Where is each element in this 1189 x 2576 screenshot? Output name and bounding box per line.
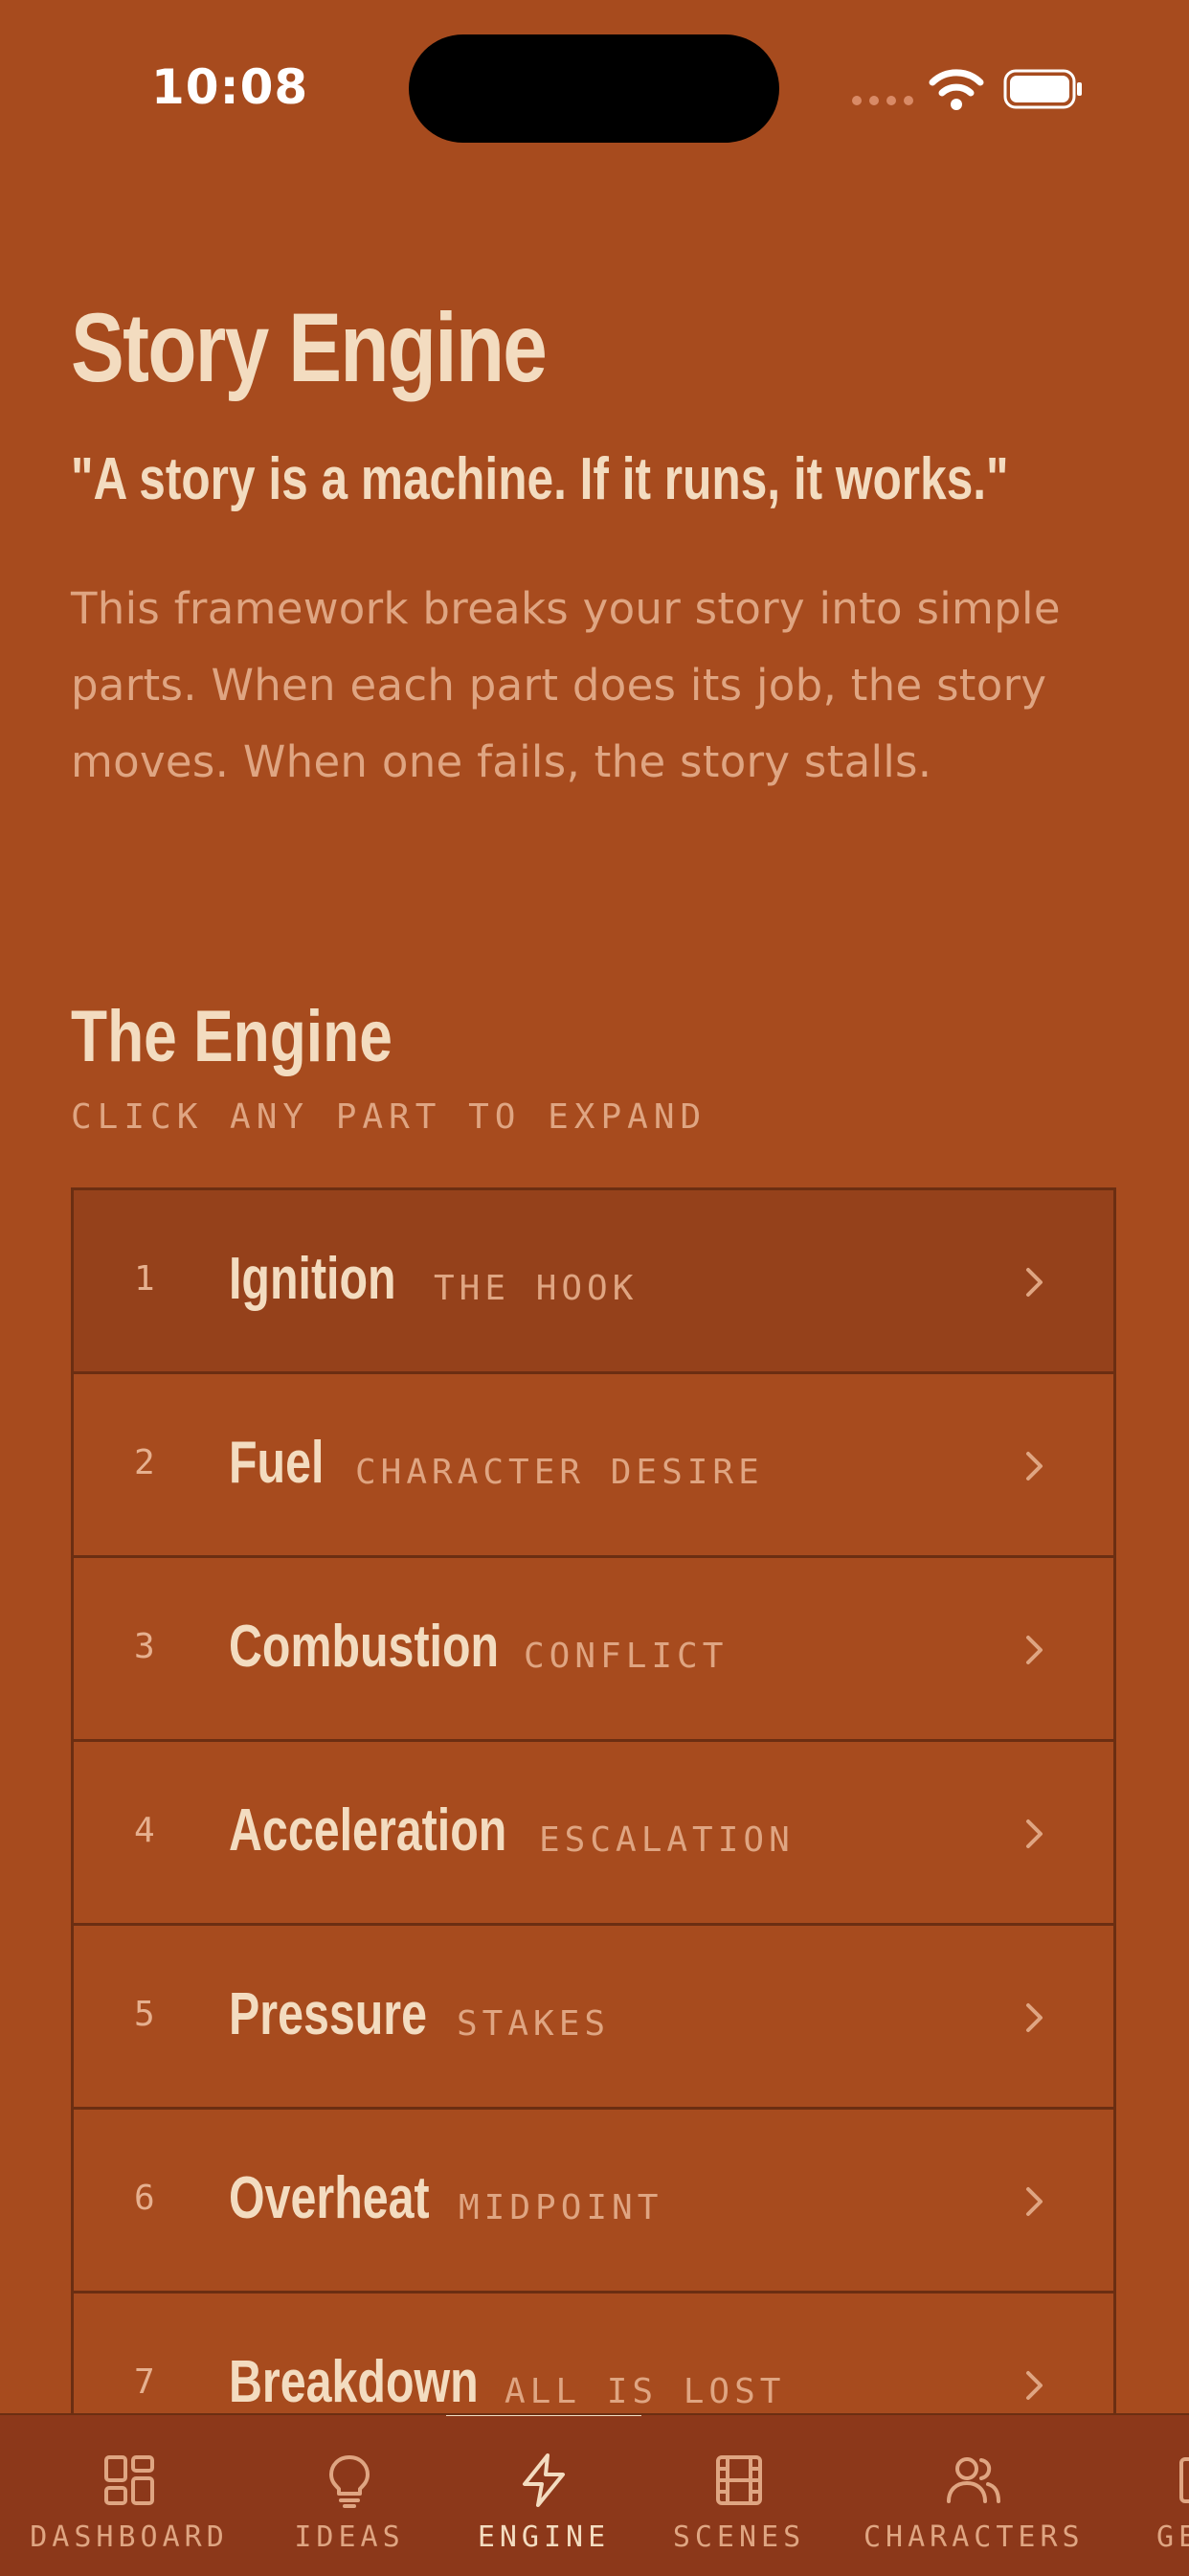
part-subtitle: CHARACTER DESIRE <box>355 1453 764 1492</box>
wifi-icon <box>929 69 984 110</box>
battery-icon <box>1003 69 1082 109</box>
engine-part-overheat[interactable]: 6 Overheat MIDPOINT <box>71 2110 1116 2294</box>
status-time: 10:08 <box>151 59 309 115</box>
part-title: Combustion <box>229 1614 500 1680</box>
tab-partial[interactable]: GE <box>1149 2415 1189 2576</box>
tab-bar: DASHBOARD IDEAS ENGINE SCENES CHARACTERS… <box>0 2413 1189 2576</box>
tab-scenes[interactable]: SCENES <box>666 2415 812 2576</box>
engine-part-fuel[interactable]: 2 Fuel CHARACTER DESIRE <box>71 1374 1116 1558</box>
chevron-right-icon <box>1026 1268 1043 1297</box>
film-icon <box>716 2455 762 2505</box>
part-title: Acceleration <box>229 1797 507 1864</box>
part-number: 7 <box>134 2362 155 2402</box>
tab-label: SCENES <box>672 2520 806 2554</box>
part-subtitle: MIDPOINT <box>459 2188 663 2227</box>
section-title: The Engine <box>71 996 393 1077</box>
part-number: 1 <box>134 1259 155 1299</box>
engine-part-pressure[interactable]: 5 Pressure STAKES <box>71 1926 1116 2110</box>
tab-engine[interactable]: ENGINE <box>460 2415 628 2576</box>
engine-part-combustion[interactable]: 3 Combustion CONFLICT <box>71 1558 1116 1742</box>
page-title: Story Engine <box>71 293 548 402</box>
part-subtitle: ALL IS LOST <box>505 2372 786 2411</box>
tab-characters[interactable]: CHARACTERS <box>864 2415 1084 2576</box>
part-subtitle: CONFLICT <box>524 1637 729 1676</box>
chevron-right-icon <box>1026 1452 1043 1480</box>
tab-label: ENGINE <box>477 2520 611 2554</box>
chevron-right-icon <box>1026 1636 1043 1664</box>
engine-part-ignition[interactable]: 1 Ignition THE HOOK <box>71 1190 1116 1374</box>
part-number: 3 <box>134 1627 155 1666</box>
page-quote: "A story is a machine. If it runs, it wo… <box>71 446 1009 512</box>
part-number: 4 <box>134 1811 155 1850</box>
page-description: This framework breaks your story into si… <box>71 583 1061 787</box>
part-subtitle: ESCALATION <box>539 1820 795 1860</box>
tab-dashboard[interactable]: DASHBOARD <box>19 2415 239 2576</box>
tab-label: DASHBOARD <box>30 2520 229 2554</box>
part-title: Breakdown <box>229 2349 479 2415</box>
section-subtitle: CLICK ANY PART TO EXPAND <box>71 1097 707 1137</box>
part-number: 2 <box>134 1443 155 1482</box>
part-title: Fuel <box>229 1430 325 1496</box>
tab-label: IDEAS <box>294 2520 405 2554</box>
part-title: Ignition <box>229 1246 396 1312</box>
partial-icon <box>1179 2457 1189 2503</box>
chevron-right-icon <box>1026 2003 1043 2032</box>
chevron-right-icon <box>1026 2187 1043 2216</box>
part-title: Pressure <box>229 1981 428 2047</box>
tab-label: CHARACTERS <box>864 2520 1085 2554</box>
part-subtitle: STAKES <box>457 2004 611 2044</box>
dynamic-island <box>409 34 779 143</box>
users-icon <box>947 2457 1000 2503</box>
tab-ideas[interactable]: IDEAS <box>278 2415 421 2576</box>
lightning-icon <box>523 2453 565 2507</box>
lightbulb-icon <box>329 2455 370 2508</box>
tab-label: GE <box>1156 2520 1189 2554</box>
engine-parts-list: 1 Ignition THE HOOK 2 Fuel CHARACTER DES… <box>71 1187 1116 2477</box>
part-number: 5 <box>134 1995 155 2034</box>
part-subtitle: THE HOOK <box>434 1269 639 1308</box>
part-title: Overheat <box>229 2165 430 2231</box>
chevron-right-icon <box>1026 1819 1043 1848</box>
engine-part-acceleration[interactable]: 4 Acceleration ESCALATION <box>71 1742 1116 1926</box>
dashboard-icon <box>104 2455 154 2505</box>
part-number: 6 <box>134 2179 155 2218</box>
cellular-signal-icon <box>852 96 915 107</box>
chevron-right-icon <box>1026 2371 1043 2400</box>
